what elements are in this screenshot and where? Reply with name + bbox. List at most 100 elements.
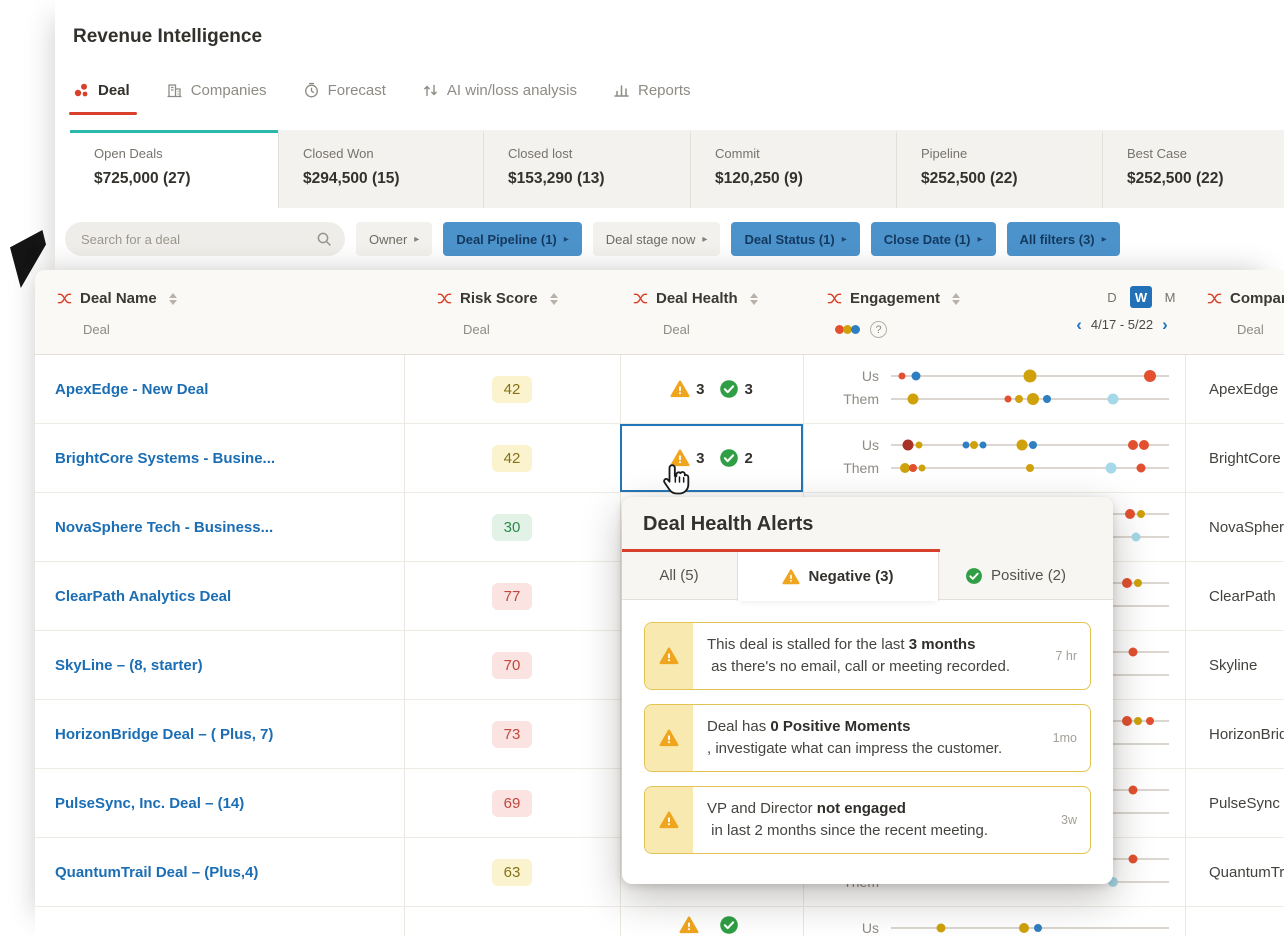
field-icon — [633, 291, 648, 306]
risk-score-badge: 77 — [492, 582, 532, 610]
engagement-dot — [1131, 532, 1141, 542]
risk-score-cell: 63 — [404, 838, 620, 906]
tab-deal[interactable]: Deal — [73, 82, 130, 99]
column-header-company[interactable]: Company — [1207, 290, 1284, 307]
engagement-us-label: Us — [861, 920, 879, 936]
engagement-dot — [909, 464, 918, 472]
help-icon[interactable]: ? — [870, 321, 887, 338]
engagement-dot — [979, 441, 987, 449]
column-label: Deal Health — [656, 290, 738, 307]
engagement-cell[interactable]: UsThem — [803, 907, 1185, 936]
summary-card-best-case[interactable]: Best Case $252,500 (22) — [1102, 130, 1284, 208]
engagement-cell[interactable]: UsThem — [803, 424, 1185, 492]
deal-name-link[interactable]: NovaSphere Tech - Business... — [55, 493, 395, 561]
tab-forecast[interactable]: Forecast — [303, 82, 386, 99]
summary-card-label: Commit — [715, 146, 760, 161]
negative-count: 3 — [696, 449, 705, 467]
check-icon — [719, 915, 739, 935]
risk-score-badge: 30 — [492, 513, 532, 541]
column-header-deal-health[interactable]: Deal Health — [633, 290, 758, 307]
prev-range-button[interactable]: ‹ — [1076, 316, 1082, 333]
period-option-d[interactable]: D — [1101, 286, 1123, 308]
summary-cards-row: Open Deals $725,000 (27) Closed Won $294,50… — [70, 130, 1284, 208]
risk-score-cell: 70 — [404, 631, 620, 699]
chevron-right-icon: ▸ — [702, 233, 708, 245]
nav-tabs: Deal Companies Forecast AI win/loss analysi… — [73, 82, 691, 99]
risk-score-badge: 42 — [492, 375, 532, 403]
column-subtitle: Deal — [83, 322, 110, 337]
risk-score-badge: 73 — [492, 720, 532, 748]
deal-name-link[interactable]: PulseSync, Inc. Deal – (14) — [55, 769, 395, 837]
summary-card-label: Closed lost — [508, 146, 573, 161]
filter-chip-all-filters-3[interactable]: All filters (3) ▸ — [1006, 222, 1120, 256]
check-icon — [965, 567, 983, 585]
deal-name-link[interactable]: BrightCore Systems - Busine... — [55, 424, 395, 492]
deal-name-link[interactable]: HorizonBridge Deal – ( Plus, 7) — [55, 700, 395, 768]
reports-icon — [613, 82, 630, 99]
deal-name-link[interactable]: ApexEdge - New Deal — [55, 355, 395, 423]
column-label: Deal Name — [80, 290, 157, 307]
summary-card-closed-lost[interactable]: Closed lost $153,290 (13) — [483, 130, 690, 208]
deal-name-link[interactable]: ClearPath Analytics Deal — [55, 562, 395, 630]
engagement-them-row: Them — [803, 387, 1185, 411]
next-range-button[interactable]: › — [1162, 316, 1168, 333]
engagement-cell[interactable]: UsThem — [803, 355, 1185, 423]
tab-reports[interactable]: Reports — [613, 82, 691, 99]
alert-card: VP and Director not engaged in last 2 mo… — [644, 786, 1091, 854]
chip-label: Deal Status (1) — [744, 231, 835, 247]
deal-name-link[interactable]: QuantumTrail Deal – (Plus,4) — [55, 838, 395, 906]
popup-tab-positive-2[interactable]: Positive (2) — [939, 552, 1092, 599]
engagement-dot — [1143, 370, 1156, 382]
risk-score-badge: 42 — [492, 444, 532, 472]
negative-alerts-group: 3 — [670, 379, 705, 399]
sort-icon[interactable] — [549, 292, 558, 305]
engagement-dot — [1014, 395, 1023, 403]
sort-icon[interactable] — [952, 292, 961, 305]
filter-chip-close-date-1[interactable]: Close Date (1) ▸ — [870, 222, 996, 256]
column-header-deal-name[interactable]: Deal Name — [57, 290, 177, 307]
column-header-engagement[interactable]: Engagement — [827, 290, 961, 307]
period-option-m[interactable]: M — [1159, 286, 1181, 308]
warning-icon — [645, 623, 693, 689]
deal-name-link[interactable] — [55, 907, 395, 936]
deal-name-link[interactable]: SkyLine – (8, starter) — [55, 631, 395, 699]
chevron-right-icon: ▸ — [414, 233, 420, 245]
deal-health-cell[interactable] — [620, 907, 803, 936]
popup-tab-all-5[interactable]: All (5) — [634, 552, 724, 599]
summary-card-commit[interactable]: Commit $120,250 (9) — [690, 130, 896, 208]
sort-icon[interactable] — [749, 292, 758, 305]
summary-card-pipeline[interactable]: Pipeline $252,500 (22) — [896, 130, 1102, 208]
alert-text-part: as there's no email, call or meeting rec… — [707, 658, 1011, 675]
risk-score-cell: 73 — [404, 700, 620, 768]
period-option-w[interactable]: W — [1130, 286, 1152, 308]
table-row: BrightCore Systems - Busine... 42 3 2 Us Them… — [35, 424, 1284, 493]
risk-score-badge: 70 — [492, 651, 532, 679]
period-toggle: DWM — [1101, 286, 1181, 308]
engagement-them-track — [891, 456, 1169, 480]
risk-score-cell: 42 — [404, 355, 620, 423]
summary-card-closed-won[interactable]: Closed Won $294,500 (15) — [278, 130, 483, 208]
popup-active-tab-underline — [622, 549, 940, 552]
column-subtitle: Deal — [1237, 322, 1264, 337]
warning-icon — [645, 787, 693, 853]
engagement-dot — [1145, 717, 1154, 725]
engagement-dot — [907, 393, 919, 405]
filter-chip-deal-pipeline-1[interactable]: Deal Pipeline (1) ▸ — [443, 222, 582, 256]
tab-companies[interactable]: Companies — [166, 82, 267, 99]
summary-card-value: $120,250 (9) — [715, 170, 803, 187]
column-header-risk-score[interactable]: Risk Score — [437, 290, 558, 307]
deal-health-cell[interactable]: 33 — [620, 355, 803, 423]
date-range-nav: ‹ 4/17 - 5/22 › — [1047, 316, 1197, 333]
search-input[interactable] — [65, 222, 345, 256]
summary-card-open-deals[interactable]: Open Deals $725,000 (27) — [70, 130, 278, 208]
deal-health-cell[interactable]: 32 — [620, 424, 803, 492]
popup-tab-negative-3[interactable]: Negative (3) — [737, 552, 939, 601]
filter-chip-deal-status-1[interactable]: Deal Status (1) ▸ — [731, 222, 860, 256]
chip-label: Close Date (1) — [883, 231, 971, 247]
filter-chip-deal-stage-now[interactable]: Deal stage now ▸ — [592, 222, 721, 256]
tab-ai-win-loss-analysis[interactable]: AI win/loss analysis — [422, 82, 577, 99]
filter-bar: Owner▸ Deal Pipeline (1)▸ Deal stage now▸ D… — [65, 222, 1120, 256]
filter-chip-owner[interactable]: Owner ▸ — [356, 222, 433, 256]
sort-icon[interactable] — [168, 292, 177, 305]
search-icon — [316, 231, 332, 247]
